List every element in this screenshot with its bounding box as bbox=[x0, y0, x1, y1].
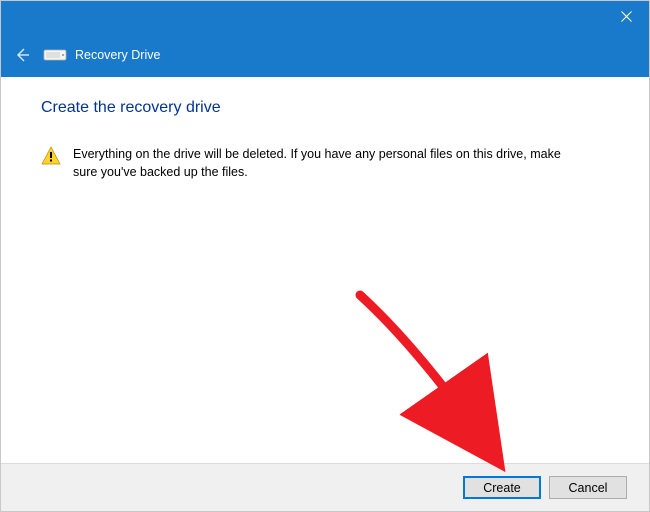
back-button[interactable] bbox=[11, 44, 33, 66]
titlebar bbox=[1, 1, 649, 32]
header-title: Recovery Drive bbox=[75, 48, 160, 62]
create-button[interactable]: Create bbox=[463, 476, 541, 499]
header-row: Recovery Drive bbox=[1, 32, 649, 77]
warning-icon bbox=[41, 146, 61, 166]
back-arrow-icon bbox=[14, 47, 30, 63]
cancel-button[interactable]: Cancel bbox=[549, 476, 627, 499]
close-icon bbox=[621, 11, 632, 22]
drive-icon bbox=[43, 46, 67, 64]
content-area: Create the recovery drive Everything on … bbox=[1, 77, 649, 463]
close-button[interactable] bbox=[603, 1, 649, 32]
dialog-window: Recovery Drive Create the recovery drive… bbox=[1, 1, 649, 511]
page-heading: Create the recovery drive bbox=[41, 99, 609, 117]
warning-text: Everything on the drive will be deleted.… bbox=[73, 145, 563, 181]
warning-row: Everything on the drive will be deleted.… bbox=[41, 145, 609, 181]
footer: Create Cancel bbox=[1, 463, 649, 511]
